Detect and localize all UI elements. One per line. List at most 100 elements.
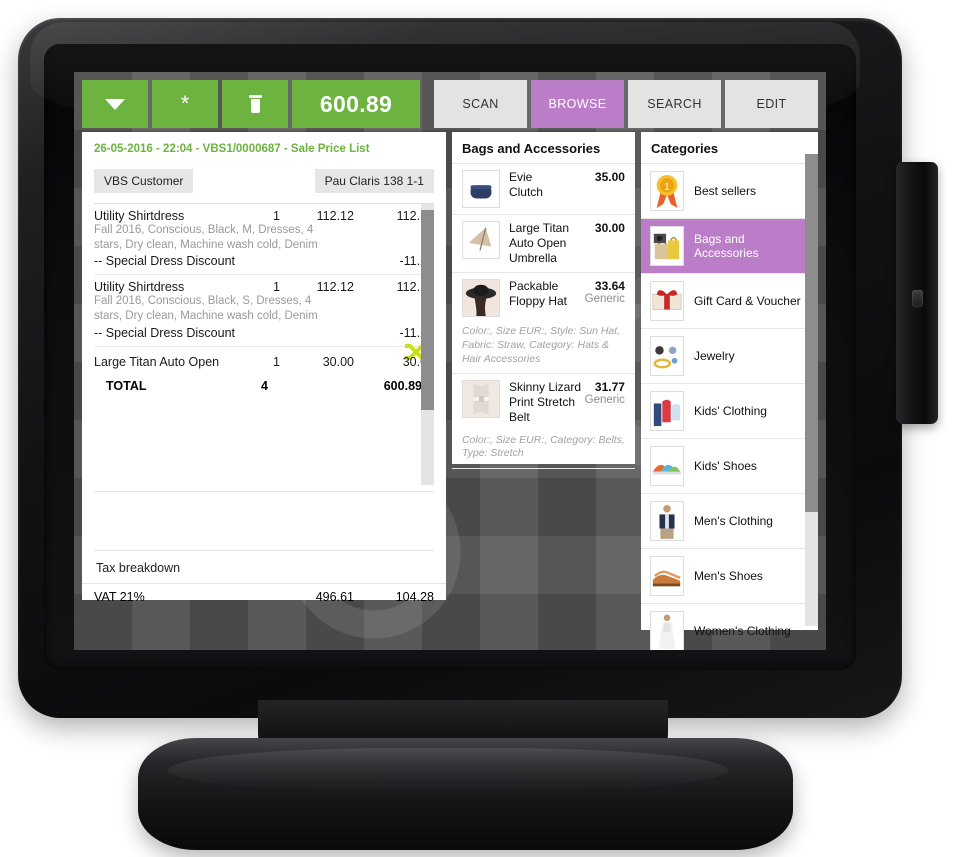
product-price: 35.00	[594, 170, 625, 184]
customer-chip[interactable]: VBS Customer	[94, 169, 194, 193]
order-line-price: 112.12	[316, 209, 354, 223]
location-chip[interactable]: Pau Claris 138 1-1	[314, 169, 434, 193]
kids-clothing-icon	[649, 391, 684, 431]
order-customer-row: VBS Customer Pau Claris 138 1-1	[82, 155, 446, 203]
asterisk-icon: *	[180, 91, 190, 116]
order-lines[interactable]: Utility Shirtdress 1 112.12 112.12 Fall …	[94, 203, 434, 485]
category-label: Gift Card & Voucher	[693, 294, 801, 308]
product-price: 30.00	[594, 221, 625, 235]
category-item-kids-clothing[interactable]: Kids' Clothing	[640, 383, 818, 438]
jewelry-icon	[649, 336, 684, 376]
search-button[interactable]: SEARCH	[628, 80, 721, 128]
tax-amount: 104.28	[395, 590, 434, 604]
edit-button[interactable]: EDIT	[725, 80, 818, 128]
tax-breakdown-title: Tax breakdown	[96, 561, 181, 575]
product-variant: Generic	[584, 293, 625, 306]
gift-card-icon	[649, 281, 684, 321]
card-reader-module	[896, 162, 938, 424]
kids-shoes-icon	[649, 446, 684, 486]
category-item-kids-shoes[interactable]: Kids' Shoes	[640, 438, 818, 493]
order-header: 26-05-2016 - 22:04 - VBS1/0000687 - Sale…	[82, 132, 446, 155]
category-item-mens-clothing[interactable]: Men's Clothing	[640, 493, 818, 548]
category-label: Bags and Accessories	[693, 232, 759, 260]
scan-button[interactable]: SCAN	[434, 80, 527, 128]
order-dropdown-button[interactable]	[82, 80, 148, 128]
product-price: 33.64	[594, 279, 625, 294]
product-price-block: 31.77 Generic	[585, 380, 625, 425]
product-body: Skinny Lizard Print Stretch Belt 31.77 G…	[509, 380, 625, 425]
favourites-button[interactable]: *	[152, 80, 218, 128]
product-name: Large Titan Auto Open Umbrella	[508, 221, 570, 266]
category-label: Jewelry	[693, 349, 735, 363]
product-body: Large Titan Auto Open Umbrella 30.00	[509, 221, 625, 266]
category-label: Best sellers	[693, 184, 756, 198]
womens-clothing-icon	[649, 611, 684, 650]
total-amount: 600.89	[383, 378, 422, 393]
order-line-discount-label: -- Special Dress Discount	[94, 254, 236, 269]
delete-order-button[interactable]	[222, 80, 288, 128]
order-line-name: Large Titan Auto Open	[94, 354, 220, 369]
tax-row: VAT 21% 496.61 104.28	[82, 583, 446, 604]
category-label: Women's Clothing	[693, 624, 791, 638]
order-line[interactable]: Utility Shirtdress 1 112.12 112.12 Fall …	[94, 204, 434, 276]
category-item-bags-and-accessories[interactable]: Bags and Accessories	[640, 218, 818, 273]
categories-scrollbar-thumb[interactable]	[805, 154, 818, 512]
tax-base: 496.61	[315, 590, 354, 604]
product-item[interactable]: Large Titan Auto Open Umbrella 30.00	[451, 214, 635, 272]
categories-list: 1 Best sellers Bags and Accessories Gift…	[640, 163, 818, 650]
order-total-row: TOTAL 4 600.89	[106, 375, 422, 395]
product-attributes: Color:, Size EUR:, Style: Sun Hat, Fabri…	[461, 325, 621, 365]
top-toolbar: * 600.89 SCAN BROWSE SEARCH EDIT	[82, 80, 818, 128]
pos-terminal-scene: * 600.89 SCAN BROWSE SEARCH EDIT 26-05-2…	[0, 0, 960, 857]
order-line-discount: -- Special Dress Discount -11.21	[94, 254, 434, 268]
product-item[interactable]: Packable Floppy Hat 33.64 Generic	[451, 272, 635, 323]
tax-name: VAT 21%	[94, 590, 145, 604]
order-scrollbar-thumb[interactable]	[420, 210, 434, 410]
product-name: Skinny Lizard Print Stretch Belt	[508, 380, 582, 425]
order-line-main: Utility Shirtdress 1 112.12 112.12	[94, 280, 434, 294]
award-medal-icon: 1	[649, 171, 684, 211]
order-line-main: Large Titan Auto Open 1 30.00 30.00	[94, 355, 434, 369]
mens-shoes-icon	[649, 556, 684, 596]
order-total-button[interactable]: 600.89	[292, 80, 420, 128]
handbags-icon	[649, 226, 684, 266]
category-item-gift-card-voucher[interactable]: Gift Card & Voucher	[640, 273, 818, 328]
products-panel-title: Bags and Accessories	[461, 141, 601, 156]
product-price-block: 30.00	[595, 221, 625, 266]
category-item-best-sellers[interactable]: 1 Best sellers	[640, 163, 818, 218]
clutch-bag-icon	[461, 170, 500, 208]
product-price: 31.77	[594, 380, 625, 395]
product-name: Packable Floppy Hat	[508, 279, 567, 309]
category-label: Men's Shoes	[693, 569, 763, 583]
order-line-price: 112.12	[316, 280, 354, 295]
order-line-price: 30.00	[322, 354, 354, 369]
card-reader-slot-icon	[912, 290, 923, 307]
svg-text:1: 1	[664, 182, 670, 193]
category-label: Men's Clothing	[693, 514, 773, 528]
order-line-qty: 1	[273, 209, 280, 223]
total-label: TOTAL	[106, 378, 147, 393]
product-item[interactable]: Skinny Lizard Print Stretch Belt 31.77 G…	[451, 373, 635, 431]
order-line-discount: -- Special Dress Discount -11.21	[94, 326, 434, 340]
categories-scrollbar[interactable]	[805, 154, 818, 626]
order-line[interactable]: Large Titan Auto Open 1 30.00 30.00	[94, 347, 434, 375]
category-item-mens-shoes[interactable]: Men's Shoes	[640, 548, 818, 603]
categories-panel: Categories 1 Best sellers Bags and Acces…	[640, 132, 818, 650]
umbrella-icon	[461, 221, 500, 259]
total-spacer	[268, 379, 342, 393]
category-item-womens-clothing[interactable]: Women's Clothing	[640, 603, 818, 650]
order-blank-area	[82, 492, 446, 544]
order-line-name: Utility Shirtdress	[94, 209, 185, 223]
order-scrollbar[interactable]	[420, 204, 434, 485]
category-item-jewelry[interactable]: Jewelry	[640, 328, 818, 383]
order-panel: 26-05-2016 - 22:04 - VBS1/0000687 - Sale…	[82, 132, 446, 604]
browse-button[interactable]: BROWSE	[531, 80, 624, 128]
order-line-description: Fall 2016, Conscious, Black, M, Dresses,…	[94, 224, 318, 251]
product-item[interactable]: Evie Clutch 35.00	[451, 163, 635, 214]
product-variant: Generic	[584, 394, 625, 407]
product-attributes: Color:, Size EUR:, Category: Belts, Type…	[451, 432, 635, 469]
order-line[interactable]: Utility Shirtdress 1 112.12 112.12 Fall …	[94, 275, 434, 361]
product-price-block: 33.64 Generic	[585, 279, 625, 317]
panels-row: 26-05-2016 - 22:04 - VBS1/0000687 - Sale…	[82, 132, 818, 650]
